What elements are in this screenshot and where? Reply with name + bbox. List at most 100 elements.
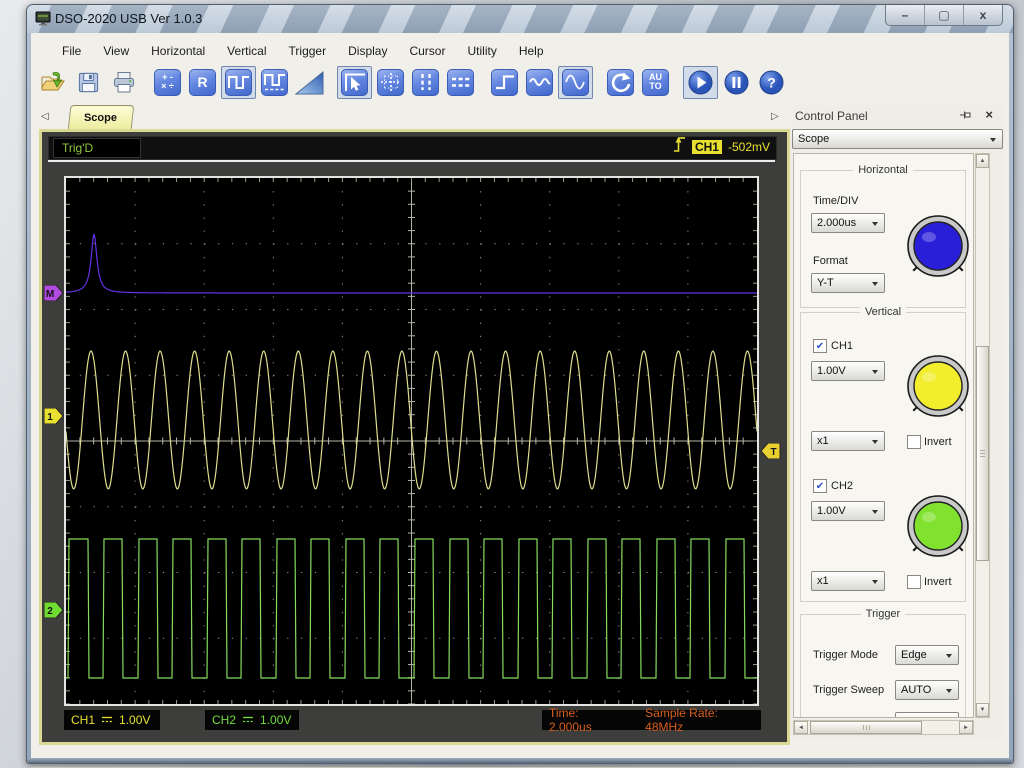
vertical-cursors-icon [414,72,438,92]
math-icon: + - × ÷ [161,72,174,91]
toolbar-pulse-button[interactable] [221,65,256,99]
toolbar-cursor-button[interactable] [337,65,372,99]
ch2-scale-dropdown[interactable]: 1.00V [811,501,885,521]
scroll-left-icon[interactable]: ◄ [794,721,808,734]
svg-text:M: M [46,289,54,300]
ch1-checkbox[interactable]: ✔ [813,339,827,353]
vertical-scroll-thumb[interactable] [976,346,989,561]
ch1-invert-checkbox[interactable] [907,435,921,449]
ch2-invert-label: Invert [924,576,952,588]
title-bar[interactable]: DSO-2020 USB Ver 1.0.3 – ▢ x [27,5,1013,33]
ch2-checkbox[interactable]: ✔ [813,479,827,493]
window-bottom-edge [27,758,1013,763]
tab-scroll-left-icon[interactable]: ◁ [41,111,49,122]
desktop: DSO-2020 USB Ver 1.0.3 – ▢ x File View Hor… [0,0,1024,768]
ch1-scale-readout: CH1 1.00V [64,710,160,730]
ch1-scale-dropdown[interactable]: 1.00V [811,361,885,381]
toolbar-help-button[interactable]: ? [755,67,788,98]
toolbar-run-button[interactable] [683,65,718,99]
scope-graticule-and-traces [65,178,758,705]
marker-t[interactable]: T [761,443,781,459]
toolbar-auto-setup-button[interactable]: AU TO [639,67,672,98]
ch2-checkbox-label: CH2 [831,480,854,492]
pin-icon[interactable] [959,109,971,124]
toolbar-ramp-button[interactable] [293,67,326,98]
toolbar-open-button[interactable] [37,67,70,98]
rising-edge-icon [673,136,686,158]
cursor-icon [343,72,367,92]
toolbar-math-button[interactable]: + - × ÷ [151,67,184,98]
scroll-down-icon[interactable]: ▼ [976,703,989,717]
toolbar-save-button[interactable] [72,67,105,98]
toolbar-group [37,67,142,98]
window-controls: – ▢ x [885,5,1003,26]
ch1-invert-label: Invert [924,436,952,448]
ch2-invert-checkbox[interactable] [907,575,921,589]
horizontal-scrollbar[interactable]: ◄ ► [793,720,974,735]
toolbar-sine-button[interactable] [558,65,593,99]
toolbar-pulse-width-button[interactable] [258,67,291,98]
tab-scroll-right-icon[interactable]: ▷ [771,111,779,122]
menu-item-horizontal[interactable]: Horizontal [140,41,216,61]
toolbar-print-button[interactable] [107,67,140,98]
format-dropdown[interactable]: Y-T [811,273,885,293]
horizontal-scroll-thumb[interactable] [810,721,922,734]
marker-2[interactable]: 2 [44,602,64,618]
svg-text:2: 2 [47,606,53,617]
svg-text:?: ? [767,74,776,90]
trigger-legend: Trigger [860,608,906,620]
toolbar-edge-trigger-button[interactable] [488,67,521,98]
marker-1[interactable]: 1 [44,408,64,424]
pause-icon [723,69,750,96]
menu-item-display[interactable]: Display [337,41,398,61]
svg-text:1: 1 [47,412,53,423]
trigger-level-value: -502mV [727,140,770,154]
ch2-probe-dropdown[interactable]: x1 [811,571,885,591]
toolbar-refresh-button[interactable] [604,67,637,98]
menu-item-cursor[interactable]: Cursor [398,41,456,61]
ch2-scale-readout: CH2 1.00V [205,710,299,730]
panel-selector-dropdown[interactable]: Scope [792,129,1003,149]
toolbar-group: + - × ÷ R [151,65,328,99]
menu-item-utility[interactable]: Utility [456,41,507,61]
scroll-right-icon[interactable]: ► [959,721,973,734]
vertical-scrollbar[interactable]: ▲ ▼ [975,153,990,718]
grid-icon [379,72,403,92]
menu-item-view[interactable]: View [92,41,140,61]
horizontal-cursors-icon [449,72,473,92]
panel-close-icon[interactable]: × [985,107,993,122]
trigger-source-dropdown[interactable]: CH1 [895,712,959,717]
toolbar-horizontal-cursors-button[interactable] [444,67,477,98]
time-value: Time: 2.000us [549,706,592,734]
minimize-button[interactable]: – [886,5,924,25]
ch1-probe-dropdown[interactable]: x1 [811,431,885,451]
ch1-knob[interactable] [900,348,973,422]
menu-item-help[interactable]: Help [508,41,555,61]
tab-scope[interactable]: Scope [67,105,135,130]
scroll-up-icon[interactable]: ▲ [976,154,989,168]
trigger-sweep-dropdown[interactable]: AUTO [895,680,959,700]
toolbar-grid-button[interactable] [374,67,407,98]
menu-item-file[interactable]: File [51,41,92,61]
time-div-dropdown[interactable]: 2.000us [811,213,885,233]
toolbar-wave-button[interactable] [523,67,556,98]
toolbar-reference-button[interactable]: R [186,67,219,98]
ramp-icon [294,69,325,96]
control-panel-content: Horizontal Time/DIV 2.000us Format Y-T V… [793,153,974,718]
toolbar-pause-button[interactable] [720,67,753,98]
horizontal-knob[interactable] [900,208,973,282]
maximize-button[interactable]: ▢ [924,5,963,25]
sample-rate-value: Sample Rate: 48MHz [645,706,718,734]
trigger-mode-dropdown[interactable]: Edge [895,645,959,665]
marker-m[interactable]: M [44,285,64,301]
close-button[interactable]: x [963,5,1002,25]
ch2-knob[interactable] [900,488,973,562]
auto-setup-icon: AU TO [649,72,662,91]
scope-panel: Trig'D CH1 -502mV M12T CH1 1.00V CH2 1.0… [39,129,790,745]
wave-icon [528,72,552,92]
menu-item-trigger[interactable]: Trigger [278,41,338,61]
toolbar-vertical-cursors-button[interactable] [409,67,442,98]
print-icon [112,71,136,94]
menu-item-vertical[interactable]: Vertical [216,41,277,61]
app-window: DSO-2020 USB Ver 1.0.3 – ▢ x File View Hor… [26,4,1014,768]
